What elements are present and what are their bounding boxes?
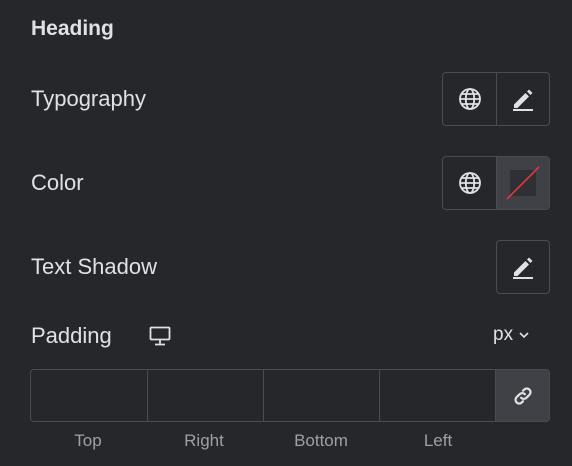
text-shadow-controls [496, 240, 550, 294]
pencil-icon [513, 257, 533, 279]
padding-left-label: Left [423, 431, 453, 450]
chevron-down-icon [519, 331, 529, 338]
link-values-button[interactable] [495, 370, 549, 421]
typography-controls [442, 72, 550, 126]
padding-top-input[interactable] [31, 370, 147, 421]
link-icon [513, 386, 532, 405]
typography-edit-button[interactable] [496, 73, 549, 125]
no-color-swatch [506, 166, 540, 200]
typography-global-button[interactable] [443, 73, 496, 125]
color-label: Color [31, 170, 84, 195]
section-title: Heading [31, 17, 114, 40]
text-shadow-edit-button[interactable] [497, 241, 549, 293]
padding-right-label: Right [184, 431, 224, 450]
padding-label: Padding [31, 323, 112, 348]
padding-right-input[interactable] [147, 370, 263, 421]
globe-icon [458, 172, 481, 194]
color-global-button[interactable] [443, 157, 496, 209]
padding-left-input[interactable] [379, 370, 495, 421]
color-controls [442, 156, 550, 210]
globe-icon [458, 88, 481, 110]
color-picker-button[interactable] [496, 157, 549, 209]
padding-top-label: Top [74, 431, 102, 450]
padding-bottom-label: Bottom [294, 431, 348, 450]
unit-value: px [493, 324, 514, 345]
text-shadow-label: Text Shadow [31, 254, 157, 279]
padding-dimensions [30, 369, 550, 422]
desktop-icon[interactable] [149, 326, 171, 351]
unit-selector[interactable]: px [493, 324, 529, 346]
typography-label: Typography [31, 86, 146, 111]
padding-bottom-input[interactable] [263, 370, 379, 421]
pencil-icon [513, 89, 533, 111]
